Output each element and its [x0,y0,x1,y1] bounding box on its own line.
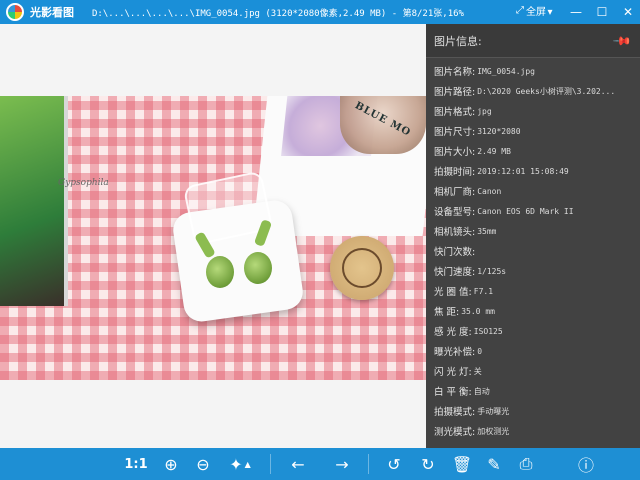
info-label: 图片名称: [434,67,476,78]
info-value: 加权测光 [477,426,510,436]
print-icon[interactable]: ⎙ [514,448,538,480]
info-label: 图片格式: [434,107,476,118]
minimize-icon[interactable]: — [568,4,584,20]
info-value: 1/125s [477,266,507,276]
bottom-toolbar: 1:1 ⊕ ⊖ ✦ ▲ ← → ↺ ↻ 🗑 ✎ ⎙ ⓘ [0,448,640,480]
info-label: 相机镜头: [434,227,476,238]
info-value: D:\2020 Geeks小树评测\3.202... [477,86,616,96]
info-value: 关 [473,366,482,376]
rotate-right-icon[interactable]: ↻ [414,448,442,480]
info-value: 35.0 mm [461,306,495,316]
info-label: 焦 距: [434,307,460,318]
info-label: 图片尺寸: [434,127,476,138]
info-label: 设备型号: [434,207,476,218]
info-row: 设备型号: Canon EOS 6D Mark II [426,201,640,221]
toolbar-divider [270,454,271,474]
delete-icon[interactable]: 🗑 [450,448,474,480]
magic-wand-button[interactable]: ✦ ▲ [222,448,258,480]
info-row: 图片大小: 2.49 MB [426,141,640,161]
photo-viewport[interactable]: Gypsophila BLUE MO [0,24,426,448]
info-label: 图片路径: [434,87,476,98]
info-value: IMG_0054.jpg [477,66,535,76]
info-row: 相机厂商: Canon [426,181,640,201]
info-value: 手动曝光 [477,406,510,416]
maximize-icon[interactable]: ☐ [594,4,610,20]
photo-coin-emblem [342,248,382,288]
photo-earbud [244,252,272,284]
info-label: 相机厂商: [434,187,476,198]
info-value: Canon [477,186,502,196]
previous-arrow-icon[interactable]: ← [284,448,312,480]
image-info-panel: 图片信息: 📌 图片名称: IMG_0054.jpg 图片路径: D:\2020 G… [426,24,640,448]
info-value: 0 [477,346,483,356]
info-value: 35mm [477,226,497,236]
photo-product-box [0,96,68,306]
info-row: 感 光 度: ISO125 [426,321,640,341]
window-controls: ▾ — ☐ ✕ [542,0,636,24]
window-file-title: D:\...\...\...\...\IMG_0054.jpg (3120*20… [92,8,464,19]
info-panel-title: 图片信息: [434,34,482,48]
info-row: 拍摄模式: 手动曝光 [426,401,640,421]
edit-icon[interactable]: ✎ [482,448,506,480]
info-label: 拍摄时间: [434,167,476,178]
pin-top-icon[interactable]: ▾ [542,4,558,20]
info-label: 曝光补偿: [434,347,476,358]
info-value: 自动 [473,386,490,396]
displayed-photo[interactable]: Gypsophila BLUE MO [0,96,426,380]
info-value: 3120*2080 [477,126,521,136]
info-row: 闪 光 灯: 关 [426,361,640,381]
info-list: 图片名称: IMG_0054.jpg 图片路径: D:\2020 Geeks小树评测… [426,58,640,441]
photo-card-text: Gypsophila [58,178,109,188]
info-row: 拍摄时间: 2019:12:01 15:08:49 [426,161,640,181]
info-row: 相机镜头: 35mm [426,221,640,241]
photo-earbud [206,256,234,288]
toolbar-divider [368,454,369,474]
info-row: 快门次数: [426,241,640,261]
pin-icon[interactable]: 📌 [612,30,632,50]
next-arrow-icon[interactable]: → [328,448,356,480]
info-value: jpg [477,106,492,116]
close-icon[interactable]: ✕ [620,4,636,20]
info-label: 快门速度: [434,267,476,278]
info-value: F7.1 [473,286,494,296]
info-label: 闪 光 灯: [434,367,472,378]
info-label: 图片大小: [434,147,476,158]
info-row: 光 圈 值: F7.1 [426,281,640,301]
info-value: ISO125 [473,326,503,336]
info-label: 感 光 度: [434,327,472,338]
info-value: Canon EOS 6D Mark II [477,206,574,216]
info-row: 图片格式: jpg [426,101,640,121]
info-icon[interactable]: ⓘ [574,448,598,480]
info-value: 2019:12:01 15:08:49 [477,166,569,176]
info-row: 图片名称: IMG_0054.jpg [426,61,640,81]
info-row: 图片尺寸: 3120*2080 [426,121,640,141]
info-row: 测光模式: 加权测光 [426,421,640,441]
zoom-out-icon[interactable]: ⊖ [190,448,216,480]
info-value: 2.49 MB [477,146,511,156]
app-name: 光影看图 [30,6,74,19]
expand-icon: ⤢ [516,5,524,16]
info-row: 白 平 衡: 自动 [426,381,640,401]
chevron-up-icon: ▲ [244,459,251,469]
info-label: 白 平 衡: [434,387,472,398]
magic-wand-icon: ✦ [229,454,243,474]
info-panel-header: 图片信息: 📌 [426,24,640,58]
info-row: 快门速度: 1/125s [426,261,640,281]
photo-coin [330,236,394,300]
info-row: 图片路径: D:\2020 Geeks小树评测\3.202... [426,81,640,101]
info-label: 拍摄模式: [434,407,476,418]
info-label: 快门次数: [434,247,476,258]
info-row: 曝光补偿: 0 [426,341,640,361]
info-label: 光 圈 值: [434,287,472,298]
app-logo [6,3,24,21]
actual-size-button[interactable]: 1:1 [120,448,152,480]
info-label: 测光模式: [434,427,476,438]
info-row: 焦 距: 35.0 mm [426,301,640,321]
rotate-left-icon[interactable]: ↺ [380,448,408,480]
title-bar: 光影看图 D:\...\...\...\...\IMG_0054.jpg (31… [0,0,640,24]
zoom-in-icon[interactable]: ⊕ [158,448,184,480]
